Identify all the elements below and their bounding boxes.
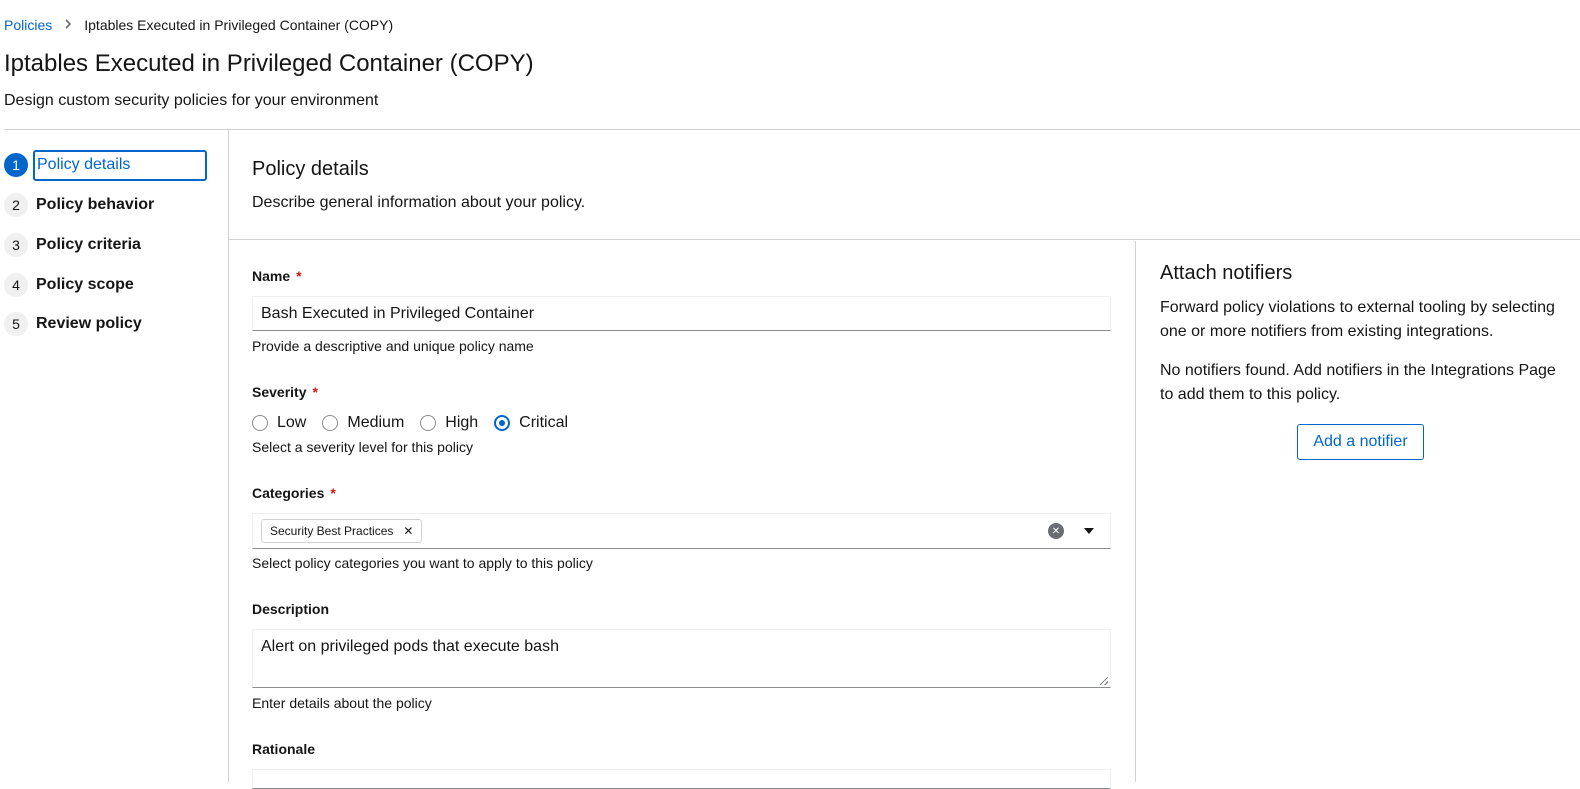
- severity-radio-medium[interactable]: Medium: [322, 414, 404, 432]
- page-title: Iptables Executed in Privileged Containe…: [4, 50, 534, 77]
- step-label: Review policy: [36, 315, 142, 332]
- breadcrumb-current: Iptables Executed in Privileged Containe…: [84, 17, 394, 33]
- resize-handle-icon[interactable]: [1100, 677, 1108, 685]
- step-label: Policy details: [33, 149, 207, 181]
- name-helper-text: Provide a descriptive and unique policy …: [252, 338, 534, 354]
- name-label: Name *: [252, 268, 302, 284]
- times-circle-icon[interactable]: ✕: [1048, 523, 1064, 539]
- add-notifier-button[interactable]: Add a notifier: [1297, 424, 1424, 460]
- required-indicator: *: [312, 384, 318, 400]
- section-description: Describe general information about your …: [252, 194, 586, 211]
- radio-label: High: [445, 414, 479, 431]
- categories-helper-text: Select policy categories you want to app…: [252, 555, 593, 571]
- description-textarea[interactable]: Alert on privileged pods that execute ba…: [252, 629, 1111, 688]
- breadcrumb: Policies Iptables Executed in Privileged…: [4, 17, 393, 33]
- rationale-textarea[interactable]: [252, 769, 1111, 789]
- category-chip: Security Best Practices ✕: [261, 519, 423, 543]
- severity-radio-low[interactable]: Low: [252, 414, 306, 432]
- step-number: 4: [4, 273, 28, 297]
- page-subtitle: Design custom security policies for your…: [4, 92, 379, 109]
- severity-radio-group: Low Medium High Critical: [252, 411, 584, 435]
- breadcrumb-link-policies[interactable]: Policies: [4, 17, 52, 33]
- severity-radio-critical[interactable]: Critical: [494, 414, 568, 432]
- categories-label: Categories *: [252, 485, 336, 501]
- step-number: 2: [4, 193, 28, 217]
- wizard-step-policy-details[interactable]: 1 Policy details: [4, 149, 207, 181]
- radio-label: Low: [277, 414, 307, 431]
- categories-multiselect[interactable]: Security Best Practices ✕ ✕: [252, 513, 1111, 549]
- required-indicator: *: [296, 268, 302, 284]
- radio-label: Medium: [347, 414, 405, 431]
- step-number: 1: [4, 153, 28, 177]
- description-label: Description: [252, 601, 330, 617]
- wizard-step-policy-scope[interactable]: 4 Policy scope: [4, 269, 134, 301]
- description-helper-text: Enter details about the policy: [252, 695, 432, 711]
- policy-details-form: Name * Bash Executed in Privileged Contai…: [229, 241, 1136, 789]
- wizard-step-review-policy[interactable]: 5 Review policy: [4, 308, 142, 340]
- wizard-step-policy-criteria[interactable]: 3 Policy criteria: [4, 229, 141, 261]
- attach-notifiers-panel: Attach notifiers Forward policy violatio…: [1137, 241, 1580, 782]
- radio-circle-selected[interactable]: [494, 415, 511, 431]
- notifiers-intro: Forward policy violations to external to…: [1160, 299, 1555, 340]
- name-label-text: Name: [252, 268, 291, 284]
- required-indicator: *: [330, 485, 336, 501]
- step-number: 3: [4, 233, 28, 257]
- step-label: Policy scope: [36, 276, 134, 293]
- section-title: Policy details: [252, 158, 369, 180]
- notifiers-empty-message: No notifiers found. Add notifiers in the…: [1160, 362, 1556, 403]
- notifiers-title: Attach notifiers: [1160, 262, 1293, 284]
- wizard-step-policy-behavior[interactable]: 2 Policy behavior: [4, 189, 154, 221]
- chevron-right-icon: [64, 18, 72, 32]
- name-input[interactable]: Bash Executed in Privileged Container: [252, 296, 1111, 331]
- severity-label: Severity *: [252, 384, 318, 400]
- radio-circle[interactable]: [420, 415, 437, 431]
- radio-circle[interactable]: [322, 415, 339, 431]
- wizard-nav: 1 Policy details 2 Policy behavior 3 Pol…: [4, 130, 229, 782]
- radio-circle[interactable]: [252, 415, 268, 431]
- section-header: Policy details Describe general informat…: [229, 130, 1580, 240]
- step-number: 5: [4, 312, 28, 336]
- rationale-label: Rationale: [252, 741, 316, 757]
- categories-label-text: Categories: [252, 485, 325, 501]
- severity-helper-text: Select a severity level for this policy: [252, 439, 473, 455]
- description-value: Alert on privileged pods that execute ba…: [261, 638, 559, 655]
- radio-label: Critical: [519, 414, 569, 431]
- chip-label: Security Best Practices: [270, 524, 394, 538]
- step-label: Policy behavior: [36, 196, 155, 213]
- severity-label-text: Severity: [252, 384, 307, 400]
- close-icon[interactable]: ✕: [403, 524, 413, 538]
- severity-radio-high[interactable]: High: [420, 414, 478, 432]
- caret-down-icon[interactable]: [1084, 528, 1094, 534]
- step-label: Policy criteria: [36, 236, 141, 253]
